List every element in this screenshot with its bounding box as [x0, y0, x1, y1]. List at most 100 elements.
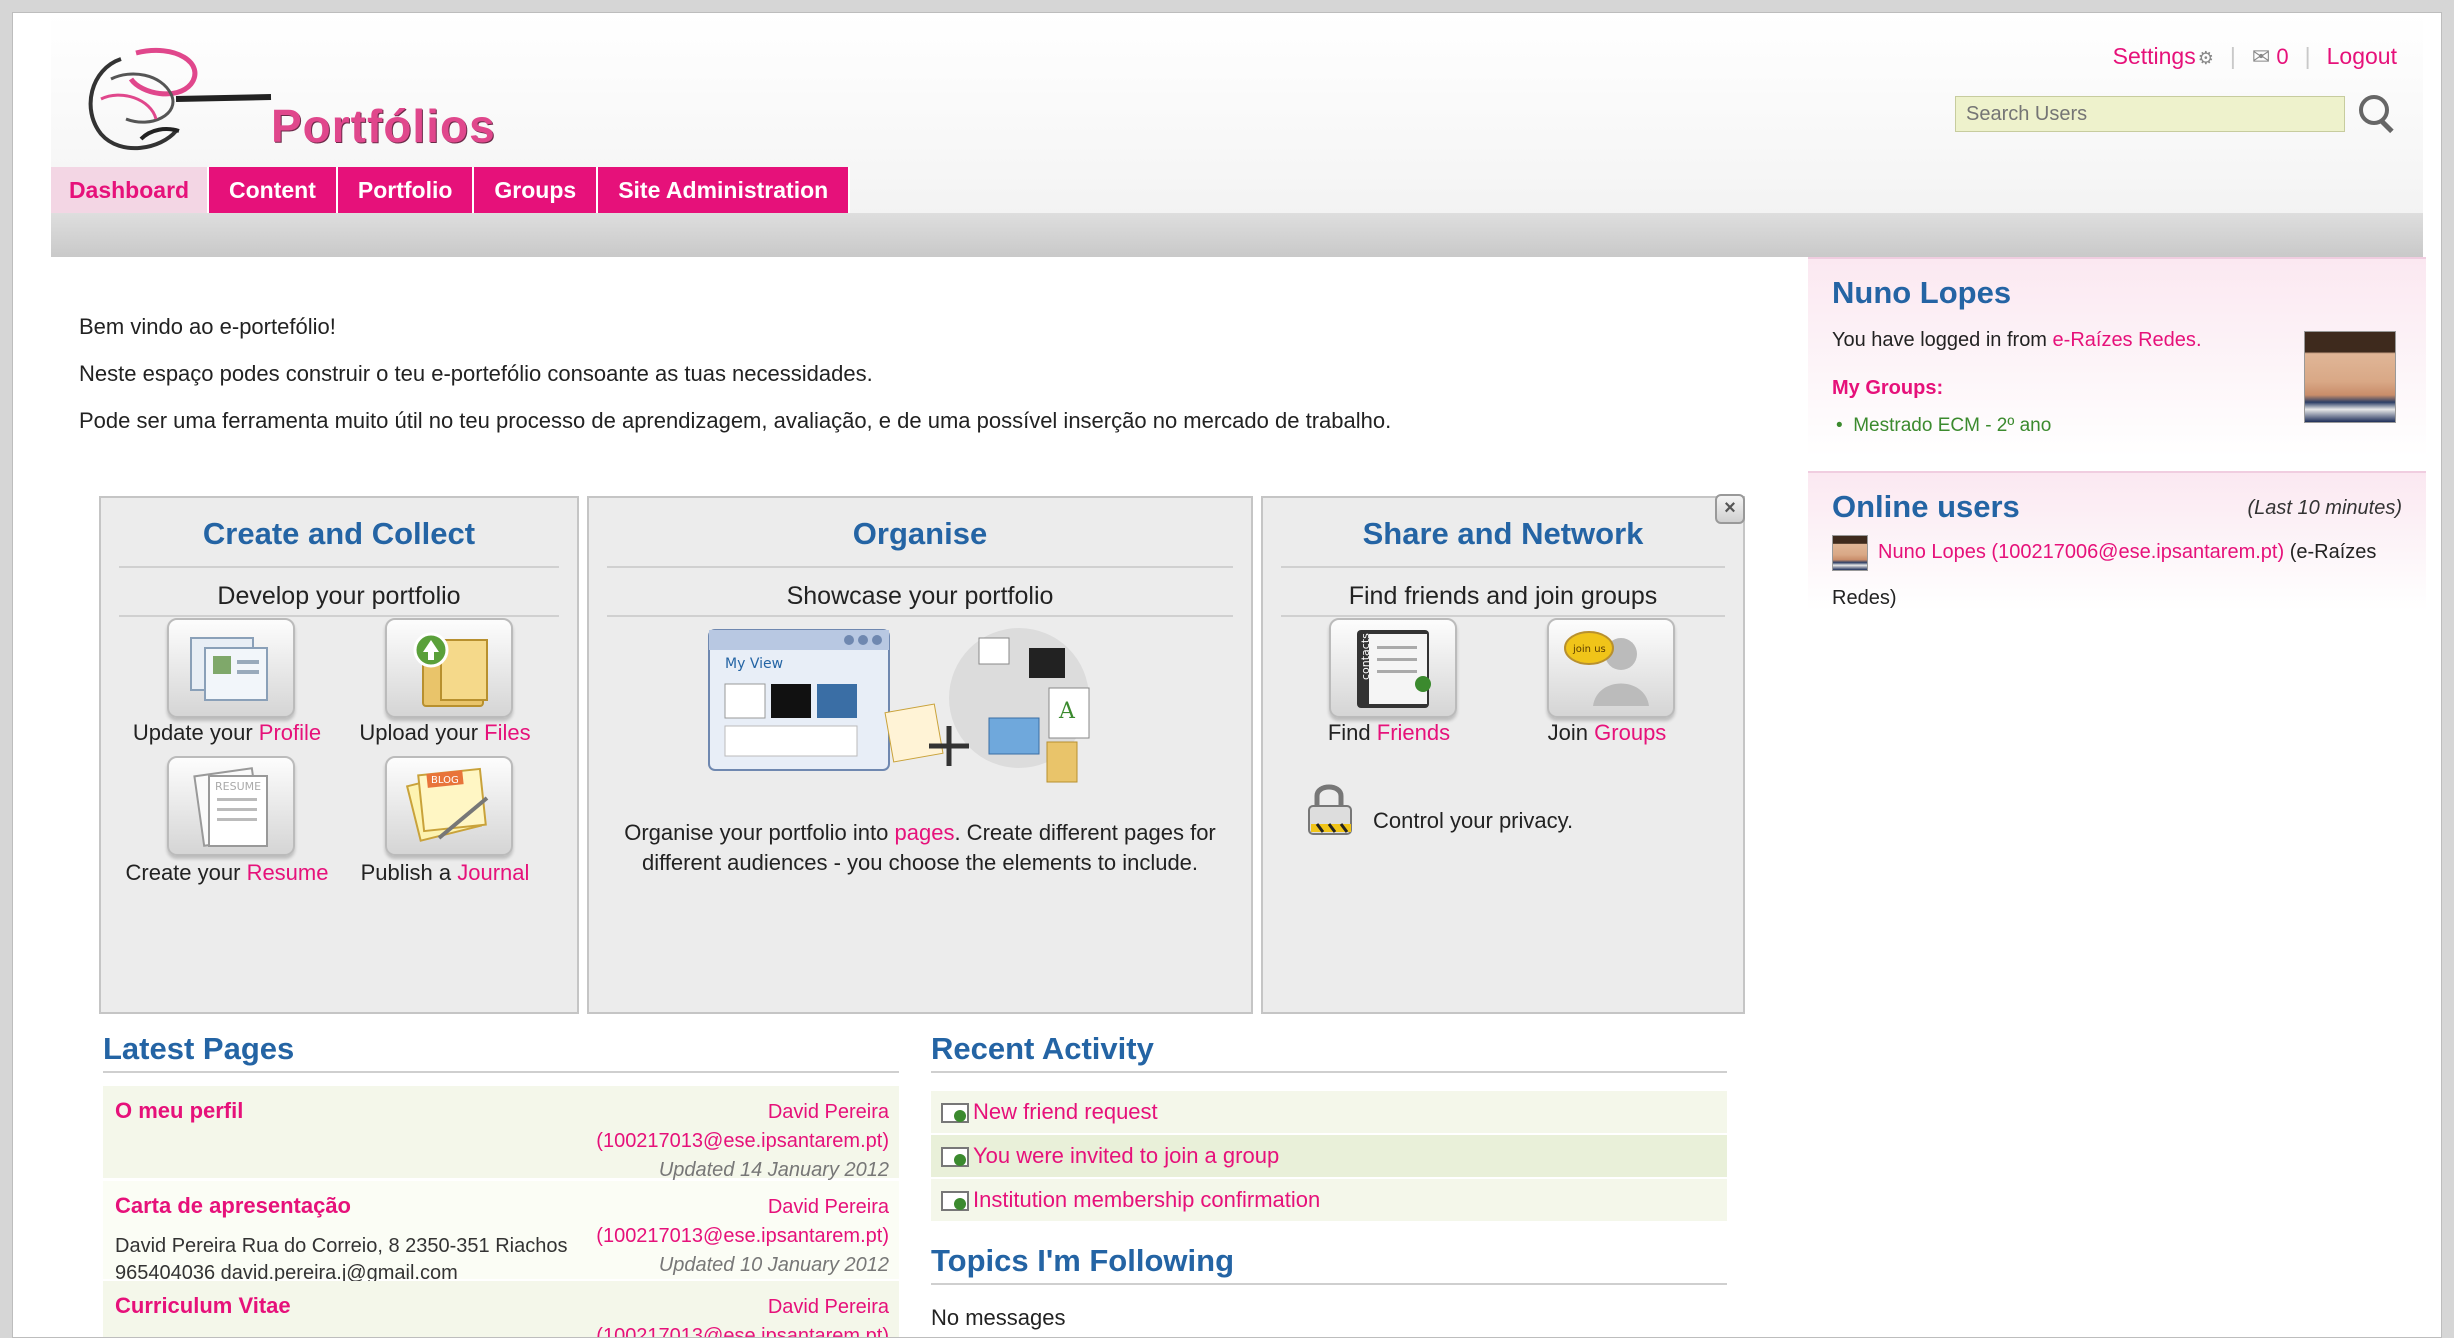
tab-dashboard[interactable]: Dashboard	[51, 167, 209, 213]
owner-name-link[interactable]: David Pereira	[596, 1293, 889, 1322]
envelope-icon: ✉	[2251, 43, 2271, 69]
contacts-icon-text: contacts	[1359, 633, 1372, 680]
pages-link[interactable]: pages	[895, 820, 955, 845]
caption-link: Profile	[258, 720, 322, 745]
page-title-link[interactable]: Curriculum Vitae	[115, 1293, 291, 1319]
caption-text: Publish a	[360, 860, 458, 885]
caption-text: Join	[1547, 720, 1595, 745]
envelope-icon	[941, 1145, 969, 1167]
activity-item[interactable]: New friend request	[931, 1091, 1727, 1133]
padlock-icon	[1308, 784, 1352, 835]
online-user-entry: Nuno Lopes (100217006@ese.ipsantarem.pt)…	[1878, 541, 2376, 564]
owner-name-link[interactable]: David Pereira	[596, 1098, 889, 1127]
page-description: David Pereira Rua do Correio, 8 2350-351…	[115, 1233, 567, 1287]
publish-journal-link[interactable]: Publish a Journal	[315, 860, 575, 886]
box-subtitle: Develop your portfolio	[119, 566, 559, 617]
main-nav: Dashboard Content Portfolio Groups Site …	[51, 167, 851, 213]
privacy-text: Control your privacy.	[1373, 808, 1574, 833]
create-collect-box: Create and Collect Develop your portfoli…	[99, 496, 579, 1014]
activity-item[interactable]: Institution membership confirmation	[931, 1179, 1727, 1221]
search-icon[interactable]	[2355, 93, 2397, 135]
bullet-icon: •	[1836, 415, 1843, 436]
logout-link[interactable]: Logout	[2327, 43, 2397, 70]
activity-label: Institution membership confirmation	[973, 1187, 1321, 1212]
welcome-line: Pode ser uma ferramenta muito útil no te…	[79, 408, 1392, 433]
logged-text: .	[2195, 329, 2202, 351]
tab-portfolio[interactable]: Portfolio	[337, 167, 475, 213]
site-header: Portfólios Settings⚙ | ✉ 0 | Logout Dash…	[51, 13, 2423, 257]
desc-text: different audiences - you choose the ele…	[641, 850, 1199, 875]
online-users-heading: Online users	[1832, 489, 2020, 524]
upload-files-link[interactable]: Upload your Files	[315, 720, 575, 746]
profile-name[interactable]: Nuno Lopes	[1832, 275, 2011, 311]
join-groups-link[interactable]: Join Groups	[1477, 720, 1737, 746]
desc-text: Organise your portfolio into	[624, 820, 895, 845]
logged-text: You have logged in from	[1832, 329, 2053, 351]
activity-item[interactable]: You were invited to join a group	[931, 1135, 1727, 1177]
logo-text: Portfólios	[271, 100, 496, 152]
avatar[interactable]	[2304, 331, 2396, 423]
owner-email-link[interactable]: (100217013@ese.ipsantarem.pt)	[596, 1322, 889, 1337]
no-messages-text: No messages	[931, 1305, 1066, 1330]
user-search	[1955, 93, 2397, 135]
inbox-count: 0	[2276, 43, 2289, 69]
envelope-icon	[941, 1101, 969, 1123]
organise-box: Organise Showcase your portfolio My View…	[587, 496, 1253, 1014]
box-subtitle: Find friends and join groups	[1281, 566, 1725, 617]
logged-in-from: You have logged in from e-Raízes Redes.	[1832, 329, 2202, 352]
search-users-input[interactable]	[1955, 96, 2345, 132]
box-subtitle: Showcase your portfolio	[607, 566, 1233, 617]
activity-label: New friend request	[973, 1099, 1158, 1124]
user-links: Settings ⚙ | ✉ 0 | Logout	[2113, 43, 2397, 70]
tab-content[interactable]: Content	[209, 167, 338, 213]
dashboard-info-panel: Create and Collect Develop your portfoli…	[87, 486, 1745, 1016]
my-groups-label: My Groups:	[1832, 377, 1944, 399]
box-title: Create and Collect	[202, 516, 476, 551]
latest-page-row: Carta de apresentação David Pereira Rua …	[103, 1181, 899, 1284]
latest-pages-heading: Latest Pages	[103, 1031, 899, 1073]
box-title: Organise	[852, 516, 988, 551]
illustration-label: My View	[725, 656, 783, 672]
files-icon[interactable]	[385, 618, 513, 718]
online-user-link[interactable]: Nuno Lopes (100217006@ese.ipsantarem.pt)	[1878, 541, 2284, 563]
settings-link[interactable]: Settings ⚙	[2113, 43, 2214, 70]
tab-groups[interactable]: Groups	[474, 167, 599, 213]
organise-illustration-icon: My View A	[708, 628, 1090, 783]
owner-email-link[interactable]: (100217013@ese.ipsantarem.pt)	[596, 1222, 889, 1251]
desc-text: . Create different pages for	[954, 820, 1216, 845]
latest-page-row: O meu perfil David Pereira (100217013@es…	[103, 1086, 899, 1181]
join-groups-icon[interactable]: join us	[1547, 618, 1675, 718]
page-title-link[interactable]: Carta de apresentação	[115, 1193, 351, 1219]
site-logo[interactable]: Portfólios	[81, 39, 501, 169]
separator: |	[2304, 43, 2311, 69]
caption-link: Friends	[1376, 720, 1451, 745]
topics-heading: Topics I'm Following	[931, 1243, 1727, 1285]
latest-page-row: Curriculum Vitae David Pereira (10021701…	[103, 1281, 899, 1337]
separator: |	[2229, 43, 2236, 69]
caption-text: Create your	[125, 860, 247, 885]
settings-label: Settings	[2112, 43, 2196, 69]
profile-icon[interactable]	[167, 618, 295, 718]
svg-text:BLOG: BLOG	[431, 775, 459, 786]
inbox-link[interactable]: ✉ 0	[2252, 44, 2289, 70]
tab-site-administration[interactable]: Site Administration	[598, 167, 851, 213]
caption-link: Journal	[457, 860, 530, 885]
gear-icon: ⚙	[2197, 48, 2214, 68]
owner-name-link[interactable]: David Pereira	[596, 1193, 889, 1222]
page-title-link[interactable]: O meu perfil	[115, 1098, 243, 1124]
institution-link[interactable]: e-Raízes Redes	[2053, 329, 2196, 351]
group-item[interactable]: • Mestrado ECM - 2º ano	[1836, 415, 2051, 437]
owner-email-link[interactable]: (100217013@ese.ipsantarem.pt)	[596, 1127, 889, 1156]
svg-text:RESUME: RESUME	[215, 780, 261, 793]
caption-text: Update your	[132, 720, 259, 745]
avatar[interactable]	[1832, 535, 1868, 571]
welcome-message: Bem vindo ao e-portefólio! Neste espaço …	[79, 303, 1391, 444]
online-users-block: Online users (Last 10 minutes) Nuno Lope…	[1808, 471, 2426, 611]
desc-line: David Pereira Rua do Correio, 8 2350-351…	[115, 1235, 568, 1257]
close-icon[interactable]: ×	[1715, 494, 1745, 524]
journal-icon[interactable]: BLOG	[385, 756, 513, 856]
caption-link: Files	[484, 720, 531, 745]
resume-icon[interactable]: RESUME	[167, 756, 295, 856]
contacts-icon[interactable]: contacts	[1329, 618, 1457, 718]
activity-label: You were invited to join a group	[973, 1143, 1280, 1168]
